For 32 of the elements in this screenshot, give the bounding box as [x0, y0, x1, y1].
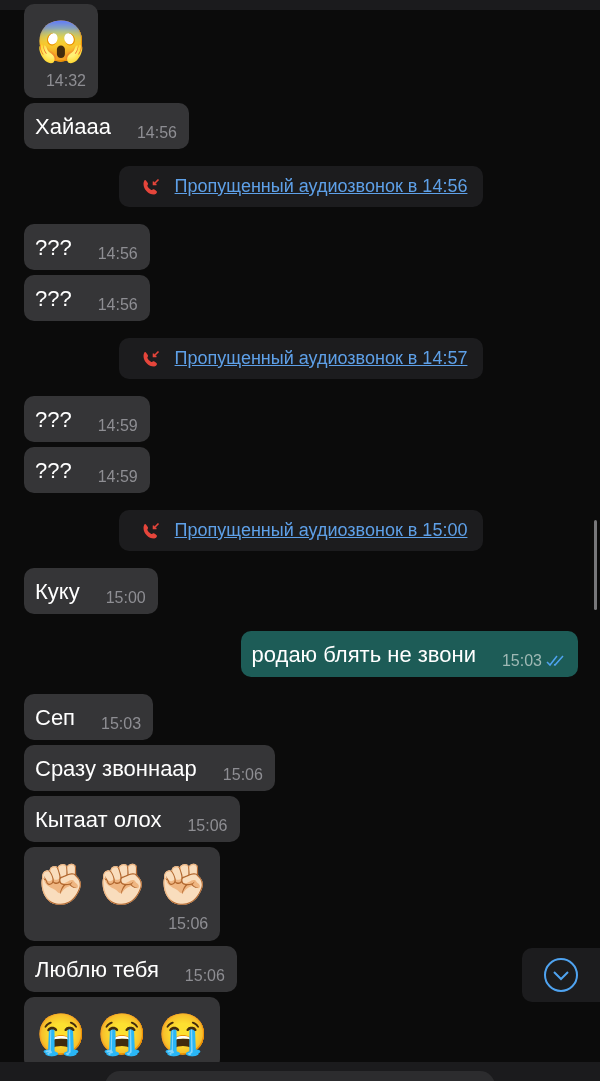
message-time: 15:06 — [184, 967, 225, 985]
message-time: 14:56 — [97, 245, 138, 263]
message-text: 😭 😭 😭 — [36, 1011, 209, 1059]
message-time: 14:56 — [97, 296, 138, 314]
message-time: 15:03 — [101, 715, 142, 733]
message-time: 14:32 — [45, 72, 86, 90]
missed-call-link[interactable]: Пропущенный аудиозвонок в 14:57 — [174, 348, 468, 369]
message-text: Хайааа — [35, 114, 111, 140]
missed-call-link[interactable]: Пропущенный аудиозвонок в 14:56 — [174, 176, 468, 197]
message-time: 15:03 — [501, 652, 542, 670]
message-text: Куку — [35, 579, 80, 605]
message-text: 😱 — [36, 18, 86, 66]
message-time: 14:56 — [136, 124, 177, 142]
message-text: родаю блять не звони — [251, 642, 476, 668]
message-text: ??? — [35, 458, 72, 484]
message-time: 15:06 — [222, 766, 263, 784]
message-time: 15:06 — [168, 915, 209, 933]
message-time: 15:06 — [187, 817, 228, 835]
message-text: ✊🏻 ✊🏻 ✊🏻 — [36, 861, 209, 908]
message-text: Сеп — [35, 705, 76, 731]
message-text: Люблю тебя — [35, 957, 159, 983]
message-text: ??? — [35, 286, 72, 312]
missed-call-link[interactable]: Пропущенный аудиозвонок в 15:00 — [174, 520, 468, 541]
scroll-down-button[interactable] — [522, 948, 600, 1002]
message-text: ??? — [35, 407, 72, 433]
message-time: 14:59 — [97, 468, 138, 486]
message-text: Кытаат олох — [35, 807, 162, 833]
message-time: 14:59 — [97, 417, 138, 435]
message-time: 15:00 — [105, 589, 146, 607]
message-text: ??? — [35, 235, 72, 261]
chevron-down-icon — [543, 957, 579, 993]
message-text: Сразу звоннаар — [35, 756, 197, 782]
